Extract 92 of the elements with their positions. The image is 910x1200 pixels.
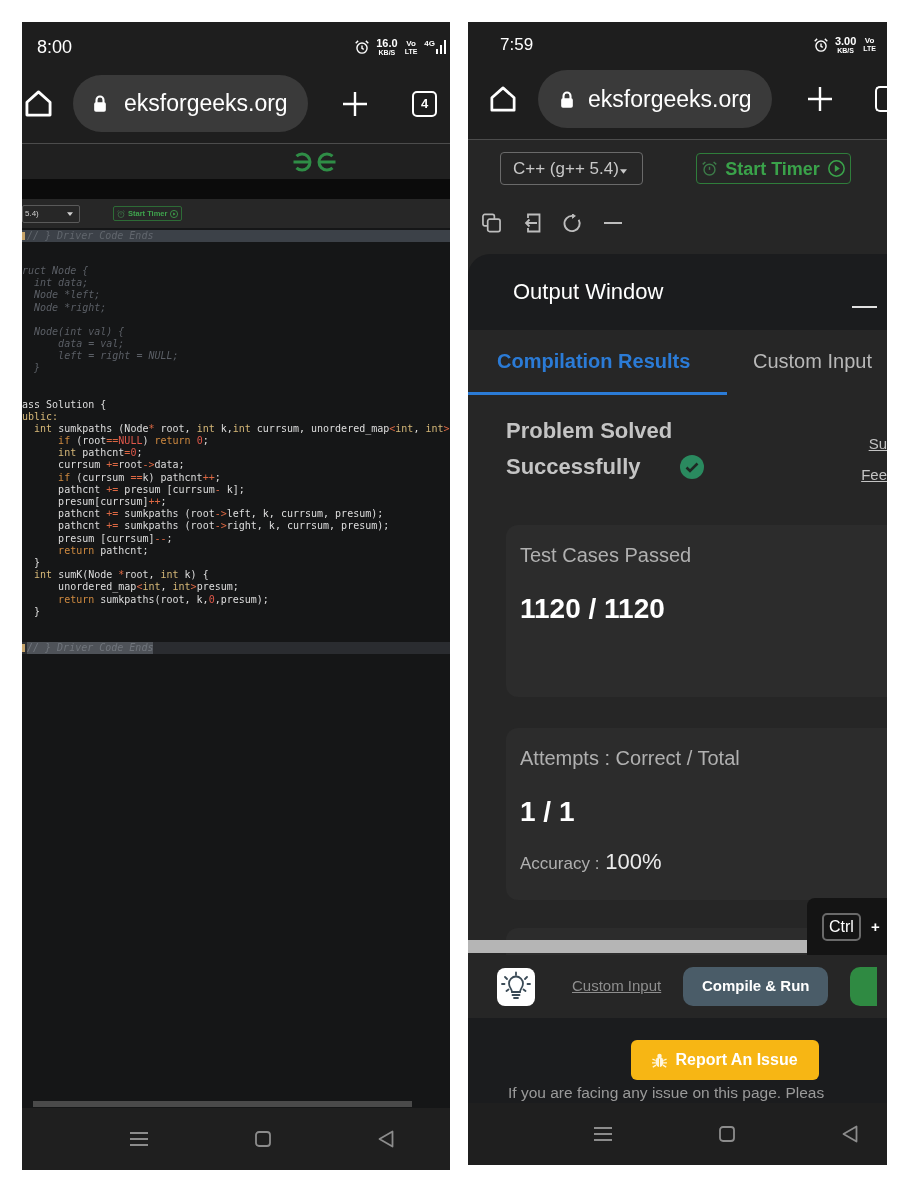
code-line: return pathcnt; <box>57 544 149 557</box>
address-bar[interactable]: eksforgeeks.org <box>538 70 772 128</box>
clock-time: 8:00 <box>37 38 73 56</box>
square-icon[interactable] <box>255 1131 271 1147</box>
refresh-icon[interactable] <box>563 213 582 233</box>
card-label: Test Cases Passed <box>520 543 692 567</box>
output-window-title: Output Window <box>513 278 664 306</box>
language-select[interactable]: 5.4) <box>22 204 80 223</box>
gutter-marker-icon <box>22 643 25 652</box>
network-speed: 16.0 <box>376 38 398 49</box>
gutter-marker-icon <box>22 232 25 240</box>
address-bar[interactable]: eksforgeeks.org <box>73 75 308 132</box>
ctrl-key: Ctrl <box>822 912 861 941</box>
volte-label: Vo <box>406 39 416 48</box>
code-line: data = val; <box>57 337 125 351</box>
back-icon[interactable] <box>378 1130 394 1148</box>
code-line: left = right = NULL; <box>57 350 179 363</box>
code-line: if (currsum ==k) pathcnt++; <box>57 471 221 484</box>
clock-time: 7:59 <box>500 36 534 53</box>
play-circle-icon <box>170 209 179 218</box>
plus-icon[interactable] <box>343 91 367 116</box>
accuracy-label: Accuracy : <box>520 853 600 875</box>
code-line: currsum +=root->data; <box>57 459 185 472</box>
code-line: } <box>33 556 41 570</box>
code-line: int pathcnt=0; <box>57 447 143 460</box>
home-icon[interactable] <box>25 90 52 117</box>
alarm-clock-icon <box>813 37 828 52</box>
home-icon[interactable] <box>490 86 516 112</box>
bug-icon <box>652 1052 668 1068</box>
plus-icon[interactable] <box>808 87 832 111</box>
code-line: ublic: <box>22 410 59 423</box>
language-select[interactable]: C++ (g++ 5.4) <box>500 152 643 185</box>
tab-switcher-button[interactable] <box>875 86 887 112</box>
url-text: eksforgeeks.org <box>588 87 752 111</box>
square-icon[interactable] <box>719 1126 735 1142</box>
code-line: } <box>33 362 41 375</box>
code-line: int sumK(Node *root, int k) { <box>33 569 209 582</box>
tab[interactable]: Custom Input <box>727 330 872 395</box>
plus-sign: + <box>870 919 880 934</box>
code-line: int data; <box>33 277 89 290</box>
back-icon[interactable] <box>842 1125 858 1143</box>
caret-icon <box>67 211 73 216</box>
menu-icon[interactable] <box>594 1127 612 1141</box>
custom-input-link[interactable]: Custom Input <box>572 975 662 998</box>
code-line: pathcnt += sumkpaths (root->left, k, currsum, presum); <box>57 508 384 521</box>
menu-icon[interactable] <box>130 1132 148 1146</box>
code-line: presum[currsum]++; <box>57 496 167 509</box>
lightbulb-icon[interactable] <box>497 967 535 1006</box>
network-type: 4G <box>424 40 435 48</box>
code-line: ass Solution { <box>22 398 107 411</box>
alarm-clock-icon <box>117 209 125 218</box>
result-message: Problem Solved Successfully <box>506 417 674 481</box>
code-line: } <box>33 605 41 618</box>
code-line: unordered_map<int, int>presum; <box>57 581 239 594</box>
code-line: Node(int val) { <box>33 325 125 338</box>
lock-icon <box>93 95 107 112</box>
card-value: 1120 / 1120 <box>520 592 665 626</box>
network-speed: 3.00 <box>834 35 857 47</box>
code-line: int sumkpaths (Node* root, int k,int currsum, unordered_map<int, int> <box>33 422 450 436</box>
alarm-clock-icon <box>355 40 370 54</box>
volte-label: Vo <box>864 37 875 45</box>
code-line: Node *left; <box>33 289 101 302</box>
alarm-clock-icon <box>702 161 718 176</box>
lock-icon <box>560 90 574 108</box>
import-icon[interactable] <box>523 213 541 233</box>
logo-icon[interactable] <box>292 151 337 172</box>
tab[interactable]: Compilation Results <box>468 330 727 395</box>
horizontal-scrollbar[interactable] <box>468 940 808 953</box>
signal-icon <box>436 40 446 54</box>
copy-icon[interactable] <box>482 213 501 233</box>
horizontal-scrollbar[interactable] <box>33 1101 412 1107</box>
start-timer-button[interactable]: Start Timer <box>696 153 851 184</box>
action-button[interactable] <box>850 967 878 1006</box>
code-line: if (root==NULL) return 0; <box>57 435 209 448</box>
tab-switcher-button[interactable]: 4 <box>412 90 437 117</box>
card-value: 1 / 1 <box>520 795 575 829</box>
caret-icon <box>619 169 627 174</box>
link[interactable]: Fee <box>861 466 887 484</box>
link[interactable]: Su <box>868 435 887 453</box>
card-label: Attempts : Correct / Total <box>520 746 740 770</box>
code-line: pathcnt += presum [currsum- k]; <box>57 483 245 496</box>
accuracy-value: 100% <box>605 848 662 876</box>
code-line: presum [currsum]--; <box>57 532 173 545</box>
code-line: ruct Node { <box>22 265 89 278</box>
code-line: return sumkpaths(root, k,0,presum); <box>57 593 269 606</box>
code-line: pathcnt += sumkpaths (root->right, k, currsum, presum); <box>57 520 390 533</box>
notice-text: If you are facing any issue on this page. Pleas <box>508 1085 826 1101</box>
code-line: Node *right; <box>33 301 107 314</box>
check-circle-icon <box>680 455 704 479</box>
compile-run-button[interactable]: Compile & Run <box>683 967 829 1006</box>
url-text: eksforgeeks.org <box>124 92 288 115</box>
play-circle-icon <box>827 160 845 177</box>
